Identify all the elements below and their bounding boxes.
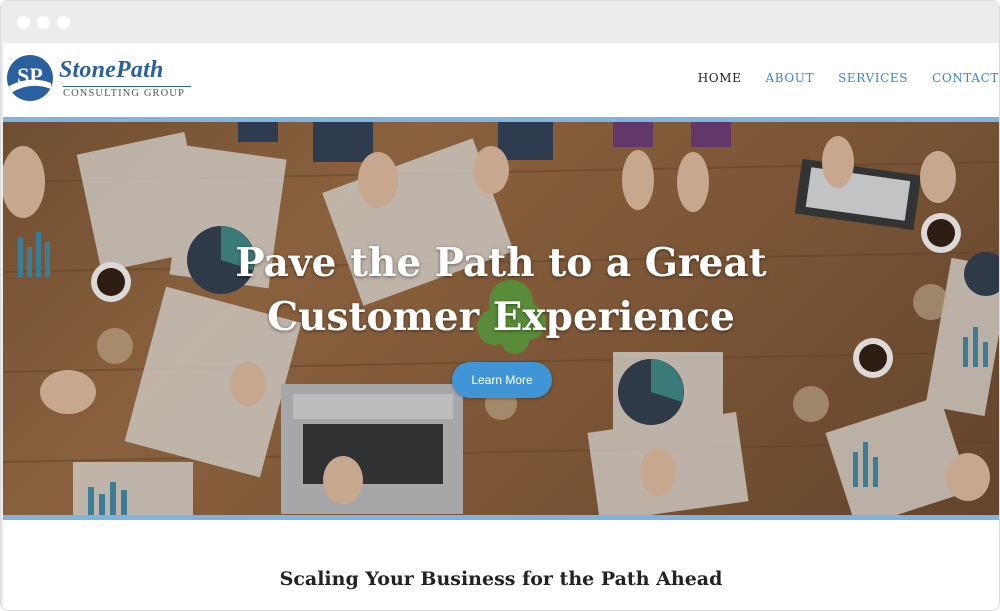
main-nav: HOME ABOUT SERVICES CONTACT (698, 71, 999, 85)
nav-home[interactable]: HOME (698, 71, 742, 85)
browser-window: SP StonePath CONSULTING GROUP HOME ABOUT… (0, 0, 1000, 611)
intro-section: Scaling Your Business for the Path Ahead (3, 520, 999, 610)
logo-subtitle: CONSULTING GROUP (63, 86, 191, 99)
logo-name: StonePath (59, 57, 164, 83)
section-title: Scaling Your Business for the Path Ahead (279, 568, 723, 590)
hero-title: Pave the Path to a Great Customer Experi… (3, 236, 999, 344)
website: SP StonePath CONSULTING GROUP HOME ABOUT… (3, 43, 999, 610)
browser-title-bar (1, 1, 999, 43)
hero-title-line-2: Customer Experience (267, 294, 735, 340)
nav-about[interactable]: ABOUT (765, 71, 814, 85)
site-header: SP StonePath CONSULTING GROUP HOME ABOUT… (3, 43, 999, 119)
nav-services[interactable]: SERVICES (838, 71, 908, 85)
window-close-dot[interactable] (17, 16, 30, 29)
window-minimize-dot[interactable] (37, 16, 50, 29)
svg-text:SP: SP (17, 63, 43, 88)
hero-title-line-1: Pave the Path to a Great (235, 240, 767, 286)
hero-banner: Pave the Path to a Great Customer Experi… (3, 122, 999, 515)
site-logo[interactable]: SP StonePath CONSULTING GROUP (5, 53, 205, 109)
logo-mark-icon: SP (7, 55, 53, 101)
window-maximize-dot[interactable] (57, 16, 70, 29)
learn-more-button[interactable]: Learn More (452, 362, 552, 398)
nav-contact[interactable]: CONTACT (932, 71, 999, 85)
